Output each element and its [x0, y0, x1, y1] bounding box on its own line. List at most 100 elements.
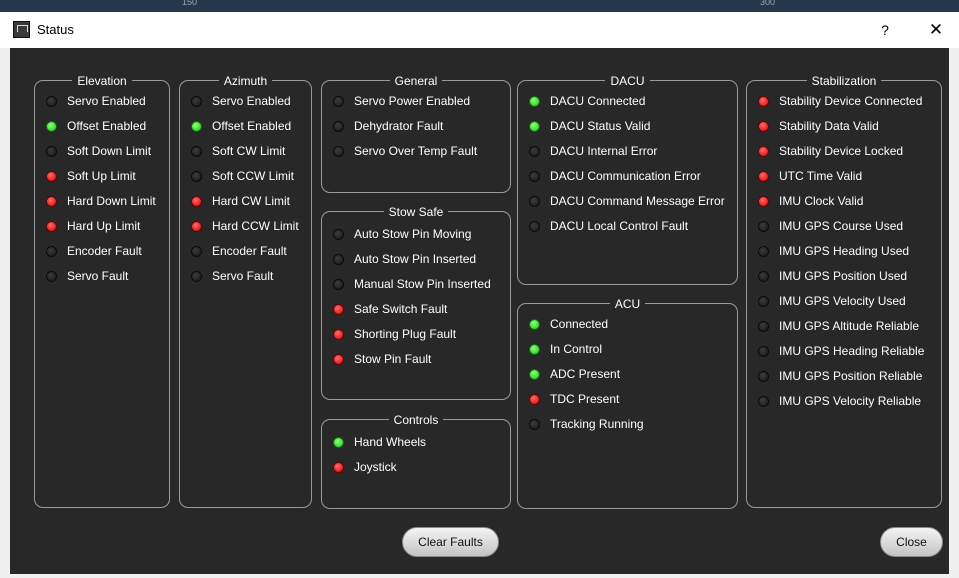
status-item: Encoder Fault	[46, 243, 142, 259]
status-item: Offset Enabled	[46, 118, 146, 134]
status-label: IMU GPS Course Used	[779, 219, 904, 233]
status-label: Joystick	[354, 460, 397, 474]
status-label: Encoder Fault	[67, 244, 142, 258]
background-tick-label: 300	[760, 0, 776, 7]
status-label: Hard Down Limit	[67, 194, 156, 208]
panel-title: ACU	[609, 297, 646, 311]
status-item: ADC Present	[529, 366, 620, 382]
status-dialog: Status ? ✕ Elevation Servo Enabled Offset…	[0, 12, 959, 578]
clear-faults-button[interactable]: Clear Faults	[402, 527, 499, 557]
panel-title: Stabilization	[806, 74, 882, 88]
status-label: Hard CW Limit	[212, 194, 291, 208]
status-led-icon	[758, 120, 769, 132]
status-label: Servo Enabled	[67, 94, 146, 108]
status-label: Offset Enabled	[212, 119, 292, 133]
status-label: DACU Communication Error	[550, 169, 701, 183]
status-led-icon	[191, 120, 202, 132]
status-label: DACU Local Control Fault	[550, 219, 689, 233]
status-led-icon	[758, 395, 769, 407]
status-item: Servo Over Temp Fault	[333, 143, 477, 159]
status-item: DACU Status Valid	[529, 118, 650, 134]
panel-azimuth: Azimuth Servo Enabled Offset Enabled Soft …	[179, 74, 312, 508]
status-item: Soft Down Limit	[46, 143, 151, 159]
status-led-icon	[333, 253, 344, 265]
status-led-icon	[758, 95, 769, 107]
status-label: DACU Status Valid	[550, 119, 651, 133]
status-led-icon	[333, 328, 344, 340]
status-item: Joystick	[333, 459, 397, 475]
status-item: Shorting Plug Fault	[333, 326, 456, 342]
status-label: IMU GPS Velocity Reliable	[779, 394, 922, 408]
panel-title: General	[389, 74, 443, 88]
status-label: Stability Device Connected	[779, 94, 923, 108]
status-led-icon	[529, 220, 540, 232]
close-window-icon[interactable]: ✕	[921, 19, 951, 41]
status-label: Auto Stow Pin Moving	[354, 227, 472, 241]
panel-elevation: Elevation Servo Enabled Offset Enabled Sof…	[34, 74, 170, 508]
status-led-icon	[758, 220, 769, 232]
status-label: DACU Connected	[550, 94, 646, 108]
status-label: Servo Fault	[67, 269, 129, 283]
status-led-icon	[333, 303, 344, 315]
status-led-icon	[758, 195, 769, 207]
status-led-icon	[46, 245, 57, 257]
status-item: Stability Device Locked	[758, 143, 903, 159]
status-led-icon	[191, 95, 202, 107]
status-label: Servo Fault	[212, 269, 274, 283]
status-item: Tracking Running	[529, 416, 644, 432]
status-label: DACU Command Message Error	[550, 194, 725, 208]
status-item: IMU GPS Velocity Reliable	[758, 393, 921, 409]
status-label: Soft Down Limit	[67, 144, 152, 158]
status-label: IMU GPS Heading Reliable	[779, 344, 925, 358]
background-app-strip: 150 300	[0, 0, 959, 12]
status-label: Encoder Fault	[212, 244, 287, 258]
panel-title: Controls	[388, 413, 444, 427]
close-button[interactable]: Close	[880, 527, 943, 557]
background-tick-label: 150	[182, 0, 198, 7]
status-label: Soft CW Limit	[212, 144, 286, 158]
status-item: Auto Stow Pin Moving	[333, 226, 471, 242]
status-led-icon	[46, 170, 57, 182]
status-item: Hard Up Limit	[46, 218, 140, 234]
status-led-icon	[529, 195, 540, 207]
status-label: In Control	[550, 342, 603, 356]
status-label: Soft Up Limit	[67, 169, 136, 183]
status-led-icon	[758, 320, 769, 332]
status-led-icon	[758, 295, 769, 307]
status-label: Stability Data Valid	[779, 119, 879, 133]
status-led-icon	[333, 278, 344, 290]
status-label: Connected	[550, 317, 609, 331]
status-led-icon	[333, 145, 344, 157]
status-led-icon	[333, 353, 344, 365]
status-led-icon	[46, 145, 57, 157]
panel-acu: ACU Connected In Control ADC Present TDC Pr…	[517, 297, 738, 509]
status-label: Stow Pin Fault	[354, 352, 432, 366]
status-item: Soft CCW Limit	[191, 168, 294, 184]
status-label: Hard Up Limit	[67, 219, 141, 233]
status-item: Servo Power Enabled	[333, 93, 470, 109]
status-item: Soft Up Limit	[46, 168, 136, 184]
status-item: IMU GPS Position Reliable	[758, 368, 922, 384]
status-led-icon	[46, 95, 57, 107]
status-item: Offset Enabled	[191, 118, 291, 134]
status-led-icon	[758, 245, 769, 257]
status-led-icon	[529, 120, 540, 132]
status-led-icon	[191, 220, 202, 232]
status-label: Manual Stow Pin Inserted	[354, 277, 491, 291]
panel-dacu: DACU DACU Connected DACU Status Valid DACU…	[517, 74, 738, 285]
status-item: UTC Time Valid	[758, 168, 862, 184]
status-item: Hard CCW Limit	[191, 218, 299, 234]
status-led-icon	[529, 170, 540, 182]
help-button[interactable]: ?	[870, 19, 900, 41]
status-led-icon	[529, 318, 540, 330]
status-item: Safe Switch Fault	[333, 301, 447, 317]
status-label: Servo Over Temp Fault	[354, 144, 478, 158]
status-item: Servo Enabled	[191, 93, 291, 109]
panel-general: General Servo Power Enabled Dehydrator Fa…	[321, 74, 511, 193]
status-led-icon	[529, 343, 540, 355]
status-led-icon	[333, 461, 344, 473]
status-label: TDC Present	[550, 392, 620, 406]
status-led-icon	[758, 345, 769, 357]
status-led-icon	[46, 270, 57, 282]
status-label: IMU Clock Valid	[779, 194, 864, 208]
